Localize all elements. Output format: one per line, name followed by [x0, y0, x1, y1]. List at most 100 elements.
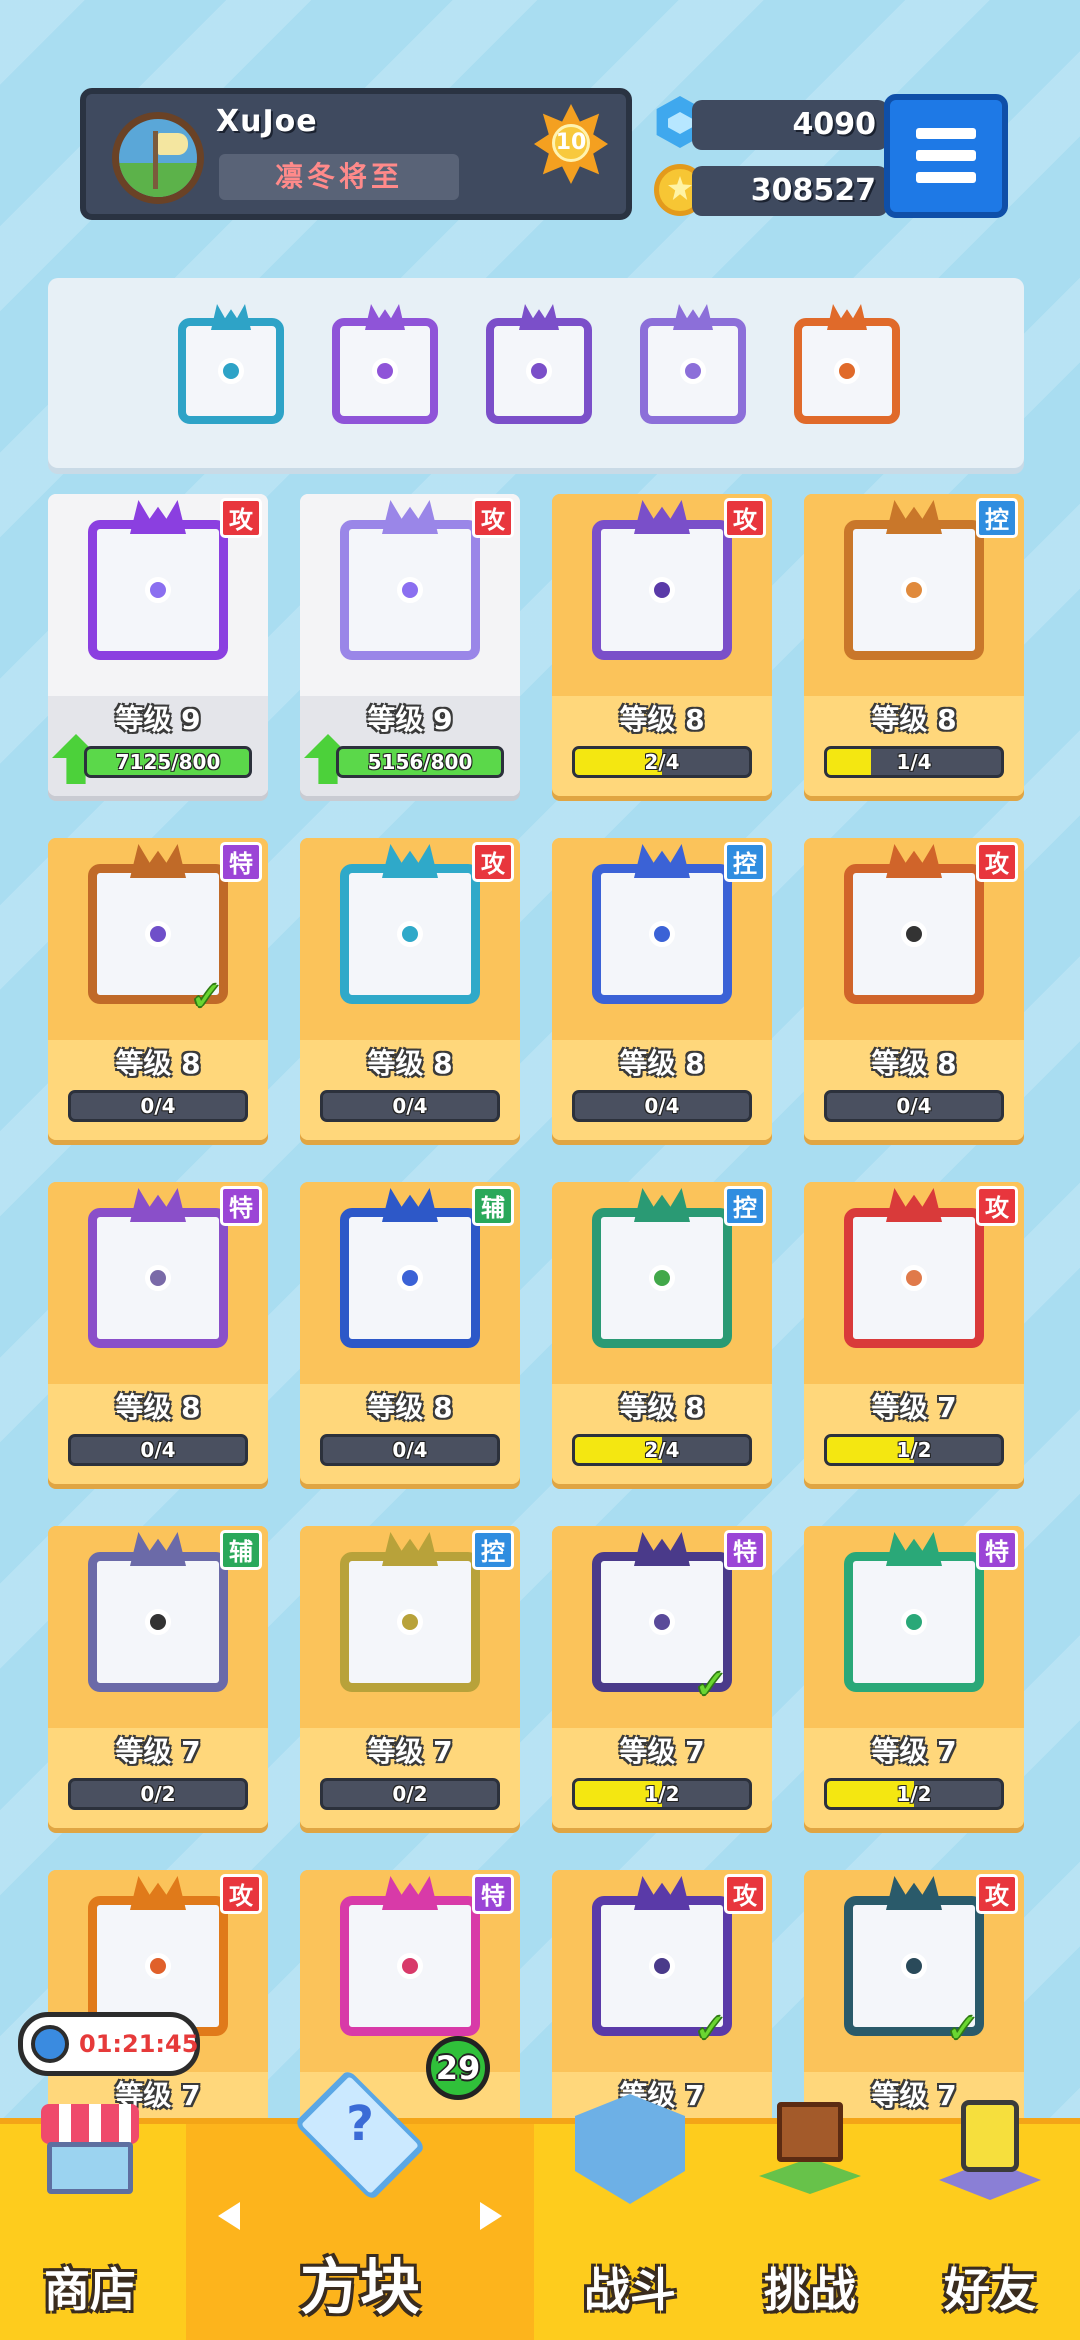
friend-character-icon	[935, 2094, 1045, 2204]
checkmark-icon: ✓	[946, 2006, 980, 2052]
clock-icon	[31, 2025, 69, 2063]
block-tile-icon	[592, 1188, 732, 1348]
card-progress-bar: 1/2	[824, 1434, 1004, 1466]
type-badge: 攻	[220, 498, 262, 538]
signboard-icon	[755, 2094, 865, 2204]
card-level: 等级 7	[871, 1735, 957, 1768]
equipped-deck	[48, 278, 1024, 468]
card-progress-bar: 5156/800	[336, 746, 504, 778]
type-badge: 攻	[724, 498, 766, 538]
block-tile-icon	[844, 1188, 984, 1348]
block-card[interactable]: 攻等级 7 1/2	[804, 1182, 1024, 1484]
block-tile-icon	[340, 1532, 480, 1692]
card-level: 等级 8	[871, 703, 957, 736]
equipped-block-infinity[interactable]	[794, 304, 900, 424]
prev-arrow-icon[interactable]	[218, 2202, 240, 2230]
block-tile-icon	[340, 500, 480, 660]
nav-blocks[interactable]: ? 方块	[186, 2068, 534, 2340]
card-level: 等级 7	[619, 1735, 705, 1768]
card-level: 等级 8	[367, 1391, 453, 1424]
player-header[interactable]: XuJoe 凛冬将至 10	[80, 88, 632, 220]
type-badge: 特	[220, 842, 262, 882]
checkmark-icon: ✓	[694, 2006, 728, 2052]
card-progress-bar: 7125/800	[84, 746, 252, 778]
block-card[interactable]: 特等级 7 1/2	[804, 1526, 1024, 1828]
card-progress-bar: 0/4	[572, 1090, 752, 1122]
block-card[interactable]: 攻等级 9 7125/800	[48, 494, 268, 796]
card-level: 等级 8	[619, 1391, 705, 1424]
card-level: 等级 7	[871, 1391, 957, 1424]
menu-button[interactable]	[884, 94, 1008, 218]
card-progress-bar: 0/4	[68, 1434, 248, 1466]
cube-icon: ?	[285, 2060, 435, 2210]
level-badge: 10	[534, 104, 608, 192]
type-badge: 控	[724, 842, 766, 882]
card-progress-bar: 0/2	[320, 1778, 500, 1810]
card-progress-bar: 2/4	[572, 1434, 752, 1466]
type-badge: 特	[976, 1530, 1018, 1570]
card-level: 等级 7	[367, 1735, 453, 1768]
card-progress-bar: 0/4	[320, 1090, 500, 1122]
block-card[interactable]: 辅等级 7 0/2	[48, 1526, 268, 1828]
block-tile-icon	[844, 500, 984, 660]
block-tile-icon	[88, 1188, 228, 1348]
block-tile-icon	[844, 1532, 984, 1692]
avatar[interactable]	[112, 112, 204, 204]
equipped-block-orbit[interactable]	[332, 304, 438, 424]
block-card[interactable]: 特 ✓ 等级 8 0/4	[48, 838, 268, 1140]
type-badge: 控	[472, 1530, 514, 1570]
equipped-block-crack[interactable]	[640, 304, 746, 424]
block-card[interactable]: 攻等级 9 5156/800	[300, 494, 520, 796]
block-card[interactable]: 特等级 8 0/4	[48, 1182, 268, 1484]
type-badge: 辅	[220, 1530, 262, 1570]
block-card[interactable]: 控等级 8 1/4	[804, 494, 1024, 796]
card-level: 等级 8	[619, 703, 705, 736]
block-tile-icon	[88, 1532, 228, 1692]
block-card[interactable]: 攻等级 8 0/4	[804, 838, 1024, 1140]
block-card[interactable]: 辅等级 8 0/4	[300, 1182, 520, 1484]
card-progress-bar: 2/4	[572, 746, 752, 778]
next-arrow-icon[interactable]	[480, 2202, 502, 2230]
checkmark-icon: ✓	[190, 974, 224, 1020]
card-level: 等级 7	[115, 1735, 201, 1768]
player-title: 凛冬将至	[219, 154, 459, 200]
type-badge: 特	[472, 1874, 514, 1914]
shop-refresh-timer: 01:21:45	[18, 2012, 200, 2076]
card-progress-bar: 0/2	[68, 1778, 248, 1810]
block-tile-icon	[340, 1876, 480, 2036]
checkmark-icon: ✓	[694, 1662, 728, 1708]
block-card[interactable]: 特 ✓ 等级 7 1/2	[552, 1526, 772, 1828]
card-progress-bar: 1/2	[824, 1778, 1004, 1810]
block-card[interactable]: 控等级 8 0/4	[552, 838, 772, 1140]
card-progress-bar: 0/4	[824, 1090, 1004, 1122]
shop-icon	[35, 2094, 145, 2204]
block-tile-icon	[340, 1188, 480, 1348]
block-tile-icon	[340, 844, 480, 1004]
nav-friends[interactable]: 好友	[900, 2100, 1080, 2340]
card-level: 等级 9	[367, 703, 453, 736]
block-card[interactable]: 控等级 8 2/4	[552, 1182, 772, 1484]
type-badge: 攻	[976, 1186, 1018, 1226]
block-tile-icon	[844, 844, 984, 1004]
type-badge: 特	[220, 1186, 262, 1226]
block-card[interactable]: 攻等级 8 0/4	[300, 838, 520, 1140]
type-badge: 特	[724, 1530, 766, 1570]
block-tile-icon	[592, 500, 732, 660]
block-card[interactable]: 控等级 7 0/2	[300, 1526, 520, 1828]
bottom-nav: 商店 ? 方块 战斗 挑战 好友	[0, 2068, 1080, 2340]
type-badge: 攻	[220, 1874, 262, 1914]
block-card[interactable]: 攻等级 8 2/4	[552, 494, 772, 796]
nav-challenge[interactable]: 挑战	[720, 2102, 900, 2340]
nav-shop[interactable]: 商店	[0, 2104, 180, 2340]
nav-battle[interactable]: 战斗	[540, 2094, 720, 2340]
card-level: 等级 8	[619, 1047, 705, 1080]
equipped-block-eye[interactable]	[486, 304, 592, 424]
type-badge: 攻	[976, 842, 1018, 882]
cube-count-badge: 29	[426, 2036, 490, 2100]
flag-icon	[158, 133, 188, 155]
block-tile-icon	[88, 500, 228, 660]
sword-shield-icon	[575, 2094, 685, 2204]
card-level: 等级 8	[367, 1047, 453, 1080]
card-level: 等级 9	[115, 703, 201, 736]
equipped-block-vortex[interactable]	[178, 304, 284, 424]
